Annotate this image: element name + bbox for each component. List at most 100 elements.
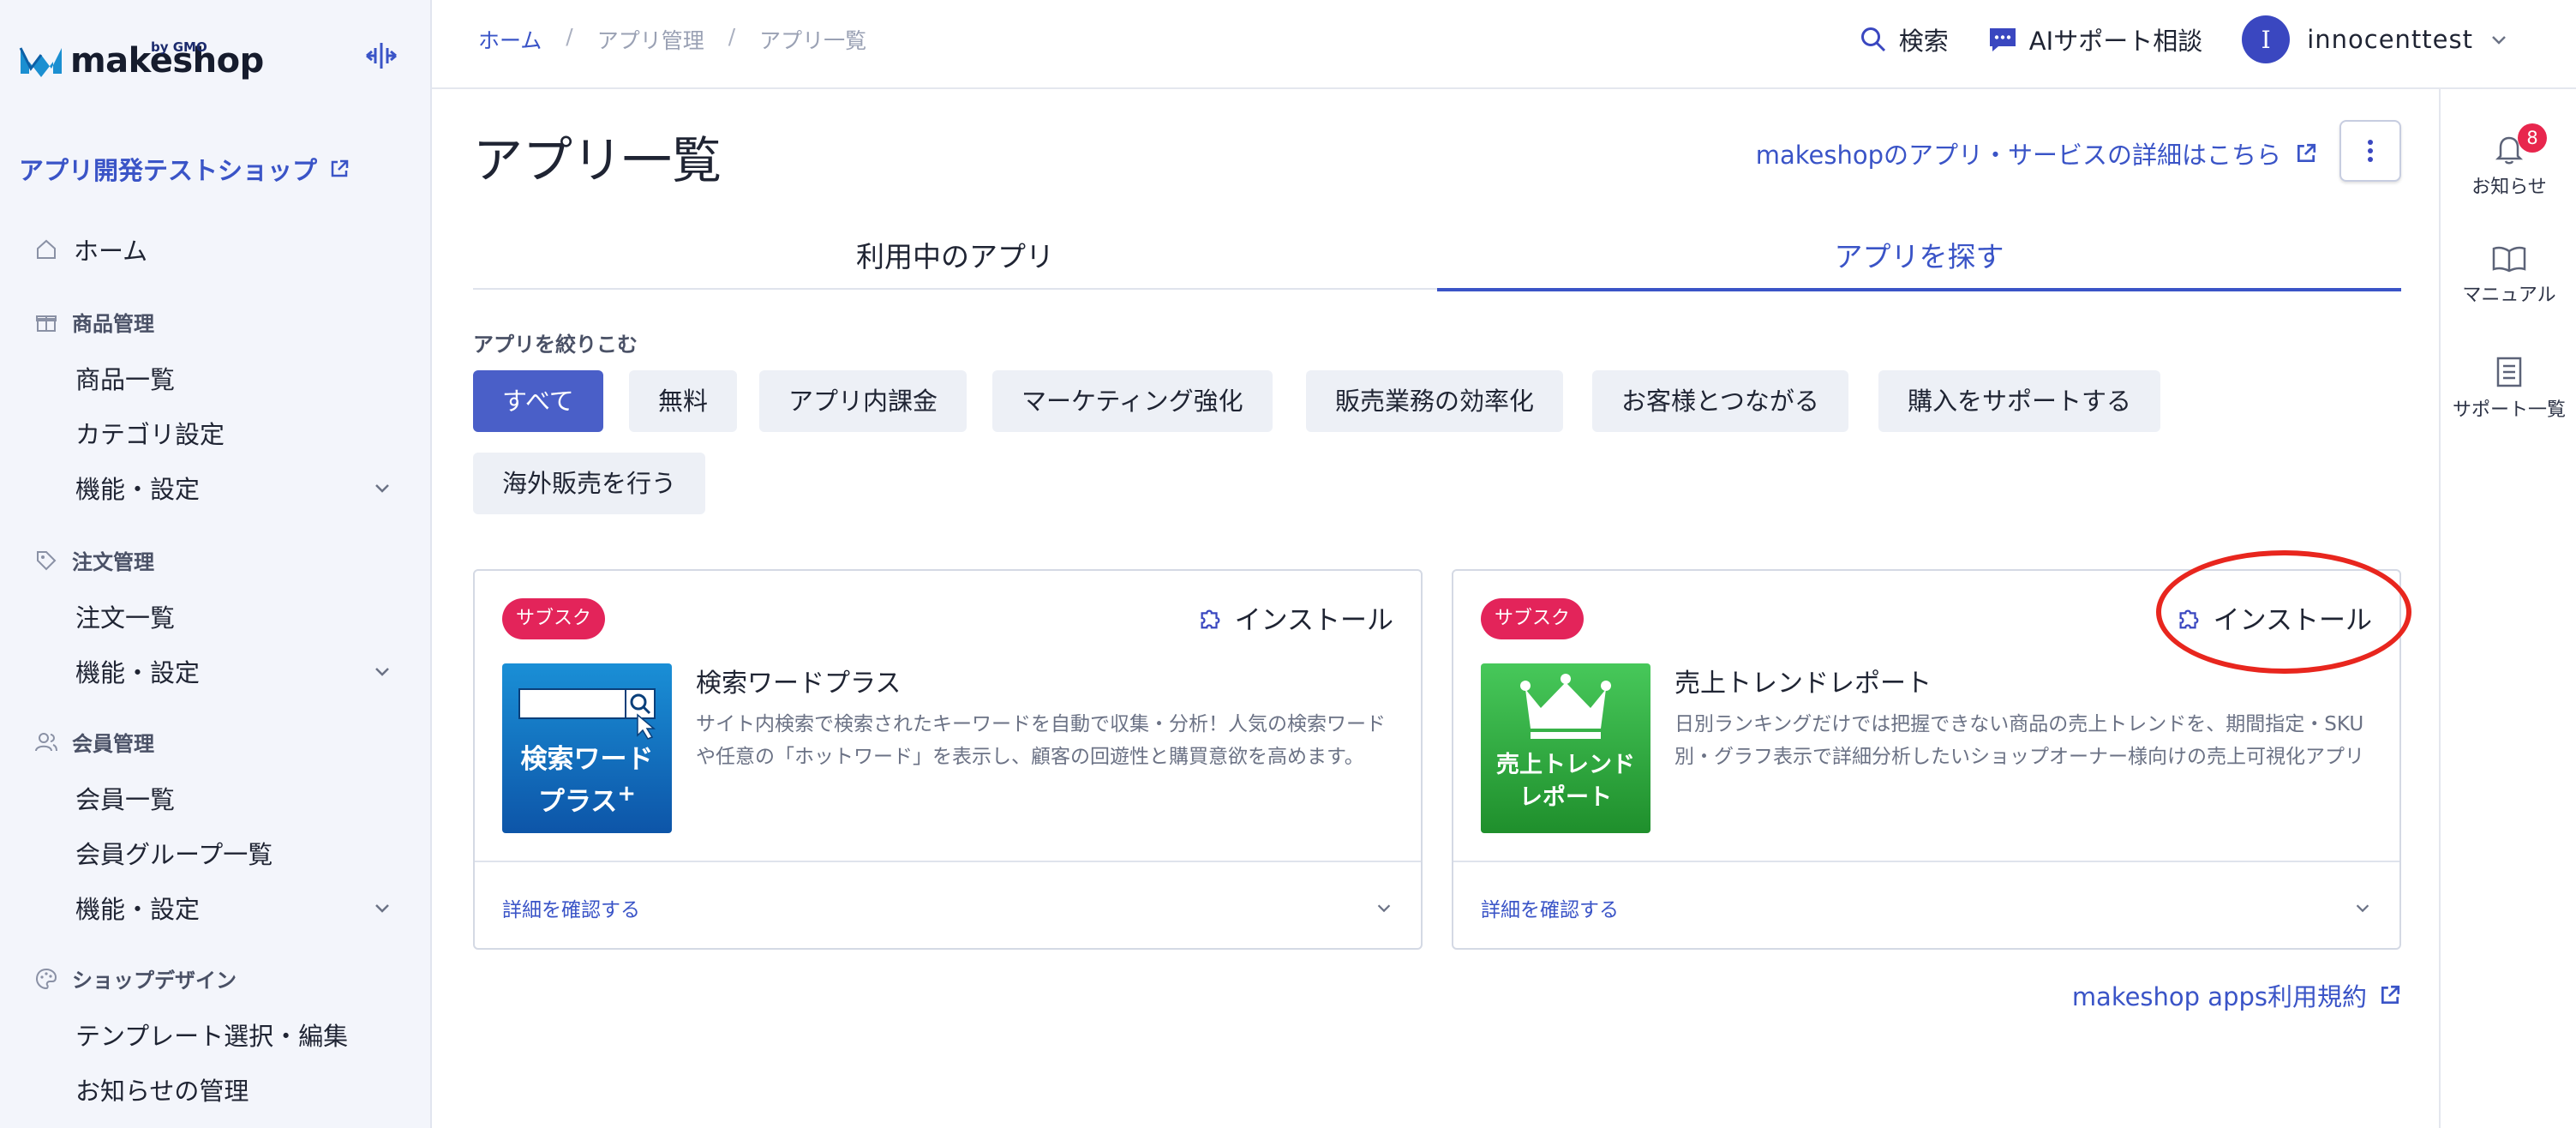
plus-glyph: + [617,781,637,807]
thumbnail-caption-line: レポート [1519,784,1612,811]
app-card: サブスク インストール 売上トレンド レポート 売上トレンドレポート 日別ランキ… [1452,569,2401,950]
sidebar-collapse-button[interactable] [363,38,399,74]
user-menu[interactable]: I innocenttest [2242,15,2509,63]
sidebar-item-member-features[interactable]: 機能・設定 [75,890,392,926]
sidebar-item-order-list[interactable]: 注文一覧 [75,598,392,634]
filter-chip-free[interactable]: 無料 [629,370,738,432]
ai-support-label: AIサポート相談 [2028,27,2203,56]
chevron-down-icon[interactable] [1375,898,1393,917]
sidebar-group-label: 会員管理 [72,732,154,756]
thumbnail-caption-line: 売上トレンド [1496,752,1635,778]
notification-count-badge: 8 [2518,123,2547,153]
filter-chip-sales-efficiency[interactable]: 販売業務の効率化 [1306,370,1564,432]
kebab-menu-icon [2368,140,2373,162]
subscription-badge: サブスク [502,598,606,639]
right-rail: 8 お知らせ マニュアル サポート一覧 [2439,89,2576,1128]
sidebar-item-member-list[interactable]: 会員一覧 [75,780,392,816]
sidebar-group-members: 会員管理 [34,727,154,757]
manual-button[interactable]: マニュアル [2441,243,2576,307]
expand-details-link[interactable]: 詳細を確認する [1481,893,1619,922]
logo-byline: by GMO [151,39,207,55]
ai-support-button[interactable]: AIサポート相談 [1988,21,2202,57]
app-card: サブスク インストール 検索ワード プラス+ 検索ワードプラス サイト内検索で検… [473,569,1423,950]
search-label: 検索 [1898,27,1949,56]
install-button[interactable]: インストール [1197,598,1393,637]
chevron-down-icon [375,668,389,676]
book-icon [2492,246,2526,273]
filter-chip-in-app-purchase[interactable]: アプリ内課金 [759,370,967,432]
chevron-down-icon[interactable] [2353,898,2372,917]
filter-chip-all[interactable]: すべて [473,370,603,432]
sidebar-item-label: カテゴリ設定 [75,420,225,449]
sidebar-item-order-features[interactable]: 機能・設定 [75,653,392,689]
app-name[interactable]: 検索ワードプラス [696,662,901,699]
search-button[interactable]: 検索 [1860,21,1949,57]
sidebar-item-product-list[interactable]: 商品一覧 [75,360,392,396]
sidebar-group-products: 商品管理 [34,307,154,337]
chevron-down-icon [2492,36,2506,45]
shop-name-link[interactable]: アプリ開発テストショップ [19,151,350,187]
search-icon [1860,27,1885,52]
sidebar-item-member-groups[interactable]: 会員グループ一覧 [75,835,392,871]
breadcrumb-app-management: アプリ管理 [596,28,704,53]
sidebar-item-label: 機能・設定 [75,658,201,687]
makeshop-logo[interactable]: makeshop [19,43,264,79]
install-label: インストール [1234,605,1393,636]
puzzle-icon [1201,609,1220,628]
sidebar-item-template-edit[interactable]: テンプレート選択・編集 [75,1017,392,1053]
filter-chip-overseas-sales[interactable]: 海外販売を行う [473,453,706,514]
sidebar-item-home[interactable]: ホーム [34,231,147,267]
filter-chip-customer-connection[interactable]: お客様とつながる [1592,370,1848,432]
avatar: I [2242,15,2291,63]
notifications-label: お知らせ [2471,177,2547,198]
top-actions: 検索 AIサポート相談 I innocenttest [1820,15,2509,63]
sidebar-item-label: 商品一覧 [75,365,176,394]
collapse-sidebar-icon [366,43,397,69]
app-thumbnail[interactable]: 検索ワード プラス+ [502,663,672,833]
breadcrumb-separator: / [566,24,573,49]
card-divider [1453,861,2399,862]
sidebar-item-label: 機能・設定 [75,475,201,504]
top-bar: ホーム / アプリ管理 / アプリ一覧 検索 AIサポート相談 I innoce… [432,0,2576,89]
tab-find-apps[interactable]: アプリを探す [1437,231,2401,291]
subscription-badge: サブスク [1481,598,1585,639]
breadcrumb-separator: / [728,24,736,49]
sidebar-item-news-management[interactable]: お知らせの管理 [75,1071,392,1107]
sidebar-group-label: 商品管理 [72,312,154,336]
breadcrumb-current: アプリ一覧 [759,28,867,53]
sidebar-item-category-settings[interactable]: カテゴリ設定 [75,415,392,451]
thumbnail-caption-text: プラス [537,786,618,818]
sidebar: makeshop by GMO アプリ開発テストショップ ホーム 商品管理 商品… [0,0,432,1128]
home-icon [37,239,56,259]
card-divider [475,861,1421,862]
app-tabs: 利用中のアプリ アプリを探す [473,231,2401,291]
shop-name: アプリ開発テストショップ [19,156,318,185]
external-link-icon [2381,985,2400,1005]
sidebar-group-label: ショップデザイン [72,969,237,993]
expand-details-link[interactable]: 詳細を確認する [502,893,640,922]
app-service-detail-link[interactable]: makeshopのアプリ・サービスの詳細はこちら [1756,135,2317,171]
list-document-icon [2496,357,2522,387]
thumbnail-caption: 検索ワード プラス+ [502,742,672,819]
sidebar-item-label: 会員グループ一覧 [75,840,273,869]
filter-chip-marketing[interactable]: マーケティング強化 [992,370,1273,432]
install-button[interactable]: インストール [2176,598,2372,637]
sidebar-item-label: テンプレート選択・編集 [75,1022,349,1051]
filter-chip-purchase-support[interactable]: 購入をサポートする [1878,370,2161,432]
tag-icon [37,550,57,570]
chevron-down-icon [375,484,389,493]
chevron-down-icon [375,904,389,913]
users-icon [35,732,57,751]
breadcrumb-home-link[interactable]: ホーム [478,24,542,55]
page-title: アプリ一覧 [473,131,722,189]
terms-link-label: makeshop apps利用規約 [2071,982,2367,1011]
sidebar-item-label: お知らせの管理 [75,1077,249,1106]
notifications-button[interactable]: 8 お知らせ [2441,123,2576,199]
terms-link[interactable]: makeshop apps利用規約 [2072,977,2401,1013]
sidebar-item-product-features[interactable]: 機能・設定 [75,470,392,506]
app-thumbnail[interactable]: 売上トレンド レポート [1481,663,1650,833]
app-name[interactable]: 売上トレンドレポート [1674,662,1932,699]
tab-installed-apps[interactable]: 利用中のアプリ [473,231,1437,290]
support-list-button[interactable]: サポート一覧 [2441,355,2576,422]
more-options-button[interactable] [2339,120,2401,182]
